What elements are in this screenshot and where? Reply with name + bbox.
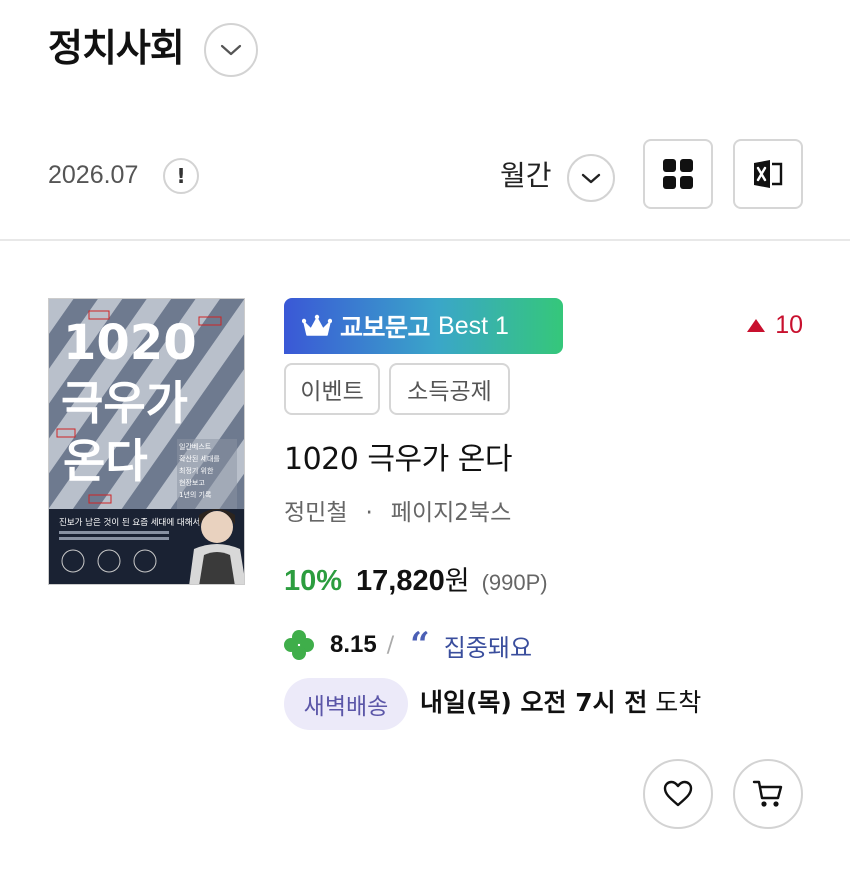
svg-text:극우가: 극우가 [61,376,188,430]
svg-text:최정기 위한: 최정기 위한 [179,466,214,475]
chevron-down-icon [220,44,242,56]
reward-points: (990P) [481,570,548,595]
arrival-time: 내일(목) 오전 7시 전 [420,688,648,717]
currency-unit: 원 [444,566,470,597]
rating-separator: / [386,632,395,658]
crown-icon [302,314,332,336]
book-cover[interactable]: 1020 극우가 온다 일간베스트 확산된 세대를 최정기 위한 현장보고 1년… [48,298,245,585]
page-title: 정치사회 [48,26,185,70]
category-dropdown-button[interactable] [204,23,258,77]
heart-icon [663,780,693,807]
dawn-delivery-badge: 새벽배송 [284,678,408,730]
quote-icon: “ [410,625,430,665]
rank-change: 10 [747,311,803,340]
best-badge-rank: Best 1 [438,311,509,340]
period-label: 2026.07 [48,161,139,189]
clover-icon [284,630,314,660]
book-cover-art: 1020 극우가 온다 일간베스트 확산된 세대를 최정기 위한 현장보고 1년… [49,299,244,584]
price-line: 10% 17,820 원 (990P) [284,559,548,598]
arrival-suffix: 도착 [647,688,702,717]
rating-score: 8.15 [330,631,377,658]
excel-icon [754,160,783,188]
chevron-down-icon [581,173,601,183]
excel-download-button[interactable] [733,139,803,209]
tag-event: 이벤트 [284,363,380,415]
svg-text:진보가 남은 것이 된 요즘 세대에 대해서: 진보가 남은 것이 된 요즘 세대에 대해서 [59,517,200,528]
cart-icon [752,780,783,807]
grid-view-button[interactable] [643,139,713,209]
header-divider [0,239,850,241]
author-publisher: 정민철 · 페이지2북스 [284,496,511,530]
best-badge-store: 교보문고 [340,313,431,342]
period-dropdown-button[interactable] [567,154,615,202]
arrival-info: 내일(목) 오전 7시 전 도착 [420,685,701,721]
rank-change-value: 10 [775,311,803,339]
review-keyword[interactable]: 집중돼요 [444,628,532,663]
sale-price: 17,820 [356,565,445,597]
wishlist-button[interactable] [643,759,713,829]
publisher-name[interactable]: 페이지2북스 [391,500,511,526]
svg-text:온다: 온다 [63,434,148,488]
svg-text:확산된 세대를: 확산된 세대를 [179,454,220,463]
add-to-cart-button[interactable] [733,759,803,829]
best-badge: 교보문고 Best 1 [284,298,563,354]
tag-tax-deduction: 소득공제 [389,363,510,415]
svg-text:1020: 1020 [63,315,197,371]
separator-dot: · [365,500,373,526]
svg-text:현장보고: 현장보고 [179,478,205,487]
period-select-label[interactable]: 월간 [500,157,552,195]
svg-text:1년의 기록: 1년의 기록 [179,490,212,499]
discount-rate: 10% [284,565,343,597]
exclamation-icon: ! [176,164,186,188]
book-title[interactable]: 1020 극우가 온다 [284,440,512,480]
author-name[interactable]: 정민철 [284,500,347,526]
svg-text:일간베스트: 일간베스트 [179,442,212,451]
info-button[interactable]: ! [163,158,199,194]
triangle-up-icon [747,319,766,332]
review-summary: 8.15 / “ 집중돼요 [284,627,532,663]
grid-view-icon [663,159,693,189]
